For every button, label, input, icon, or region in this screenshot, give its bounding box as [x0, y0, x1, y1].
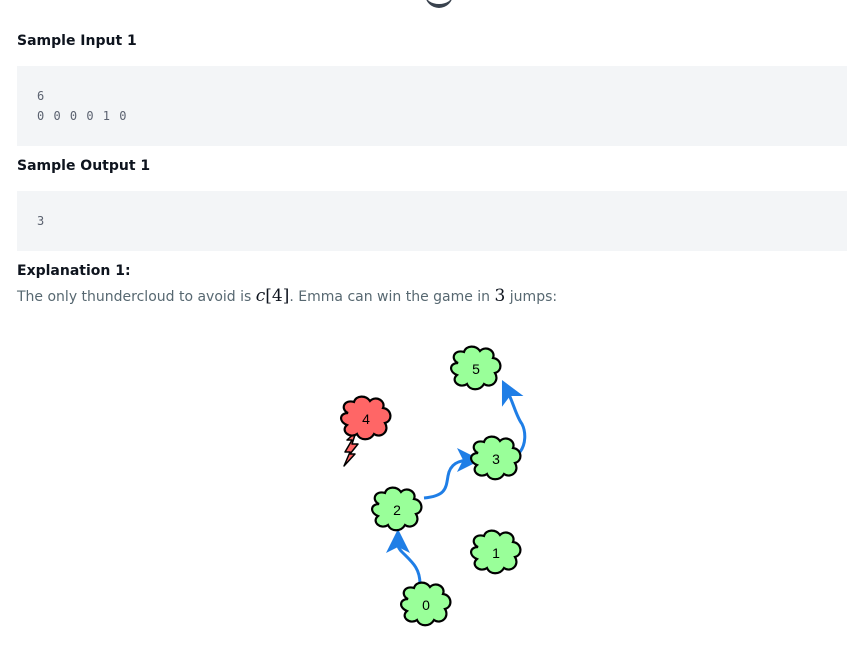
explanation-text: The only thundercloud to avoid is c[4]. …	[17, 286, 557, 306]
cloud-label: 5	[472, 361, 480, 377]
sample-input-heading: Sample Input 1	[17, 33, 137, 49]
math-expression: c[4]	[256, 286, 290, 306]
jump-arrow	[385, 529, 422, 585]
sample-output-heading: Sample Output 1	[17, 158, 151, 174]
explanation-heading: Explanation 1:	[17, 263, 131, 279]
cloud: 2	[371, 486, 423, 532]
explanation-text-part: The only thundercloud to avoid is	[17, 289, 256, 305]
cloud: 5	[450, 345, 502, 391]
cloud-label: 4	[362, 411, 370, 427]
cloud: 3	[470, 435, 522, 481]
jump-arrow	[423, 448, 481, 500]
math-index: [4]	[265, 286, 290, 306]
thundercloud: 4	[340, 395, 392, 441]
cloud-label: 0	[422, 597, 430, 613]
sample-input-code: 6 0 0 0 0 1 0	[17, 66, 847, 146]
explanation-text-part: . Emma can win the game in	[289, 289, 495, 305]
math-number: 3	[494, 286, 506, 306]
math-variable: c	[255, 286, 266, 306]
cloud: 0	[400, 581, 452, 627]
cloud-label: 3	[492, 451, 500, 467]
cloud: 1	[470, 529, 522, 575]
cloud-label: 2	[393, 502, 401, 518]
explanation-text-part: jumps:	[505, 289, 558, 305]
sample-output-code: 3	[17, 191, 847, 251]
lightning-bolt-icon	[343, 431, 359, 467]
clouds-diagram: 0 1 2 3 4 5	[340, 345, 527, 627]
code-line: 6	[37, 89, 46, 103]
previous-content-fragment	[425, 0, 453, 8]
code-line: 0 0 0 0 1 0	[37, 109, 128, 123]
cloud-label: 1	[492, 545, 500, 561]
code-line: 3	[37, 214, 46, 228]
